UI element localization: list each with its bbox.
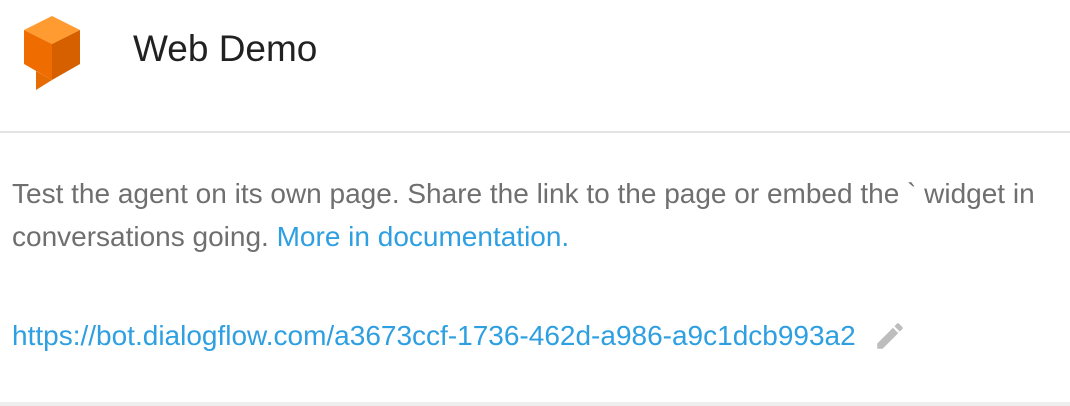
header: Web Demo xyxy=(0,0,1070,132)
description-line-2-text: conversations going. xyxy=(12,221,277,252)
description-text: Test the agent on its own page. Share th… xyxy=(12,172,1070,258)
dialogflow-logo-icon xyxy=(24,16,80,90)
bottom-divider xyxy=(0,402,1070,406)
bot-url-row: https://bot.dialogflow.com/a3673ccf-1736… xyxy=(12,315,907,357)
documentation-link[interactable]: More in documentation. xyxy=(277,221,570,252)
header-divider xyxy=(0,131,1070,133)
description-line-1: Test the agent on its own page. Share th… xyxy=(12,178,1035,209)
pencil-icon[interactable] xyxy=(873,319,907,353)
web-demo-panel: Web Demo Test the agent on its own page.… xyxy=(0,0,1070,406)
bot-url-link[interactable]: https://bot.dialogflow.com/a3673ccf-1736… xyxy=(12,315,856,357)
description-line-2: conversations going. More in documentati… xyxy=(12,215,1070,258)
page-title: Web Demo xyxy=(133,28,318,69)
